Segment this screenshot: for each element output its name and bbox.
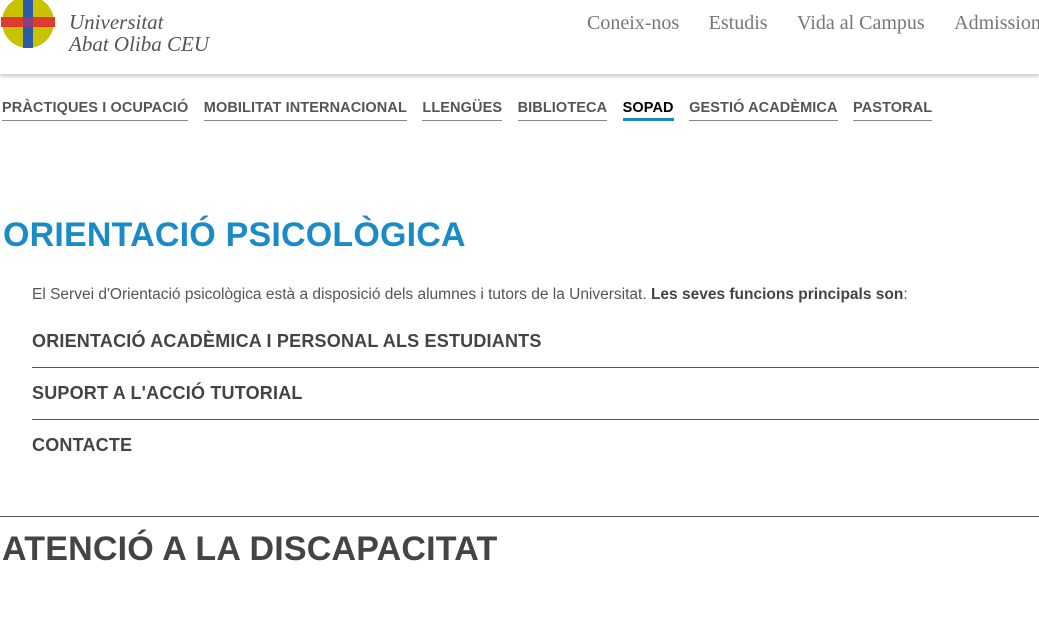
intro-paragraph: El Servei d'Orientació psicològica està … — [32, 286, 908, 304]
accordion-item-contacte[interactable]: CONTACTE — [32, 420, 1039, 471]
accordion-item-suport-accio-tutorial[interactable]: SUPORT A L'ACCIÓ TUTORIAL — [32, 368, 1039, 420]
subnav-gestio-academica[interactable]: GESTIÓ ACADÈMICA — [689, 100, 838, 121]
subnav-llengues[interactable]: LLENGÜES — [422, 100, 503, 121]
topnav-coneix-nos[interactable]: Coneix-nos — [587, 12, 679, 34]
brand-line-2: Abat Oliba CEU — [69, 32, 209, 56]
intro-bold-text: Les seves funcions principals son — [650, 286, 904, 303]
topnav-vida-al-campus[interactable]: Vida al Campus — [797, 12, 925, 34]
intro-text: El Servei d'Orientació psicològica està … — [32, 286, 651, 303]
subnav-practiques-ocupacio[interactable]: PRÀCTIQUES I OCUPACIÓ — [2, 100, 189, 121]
section-navigation: PRÀCTIQUES I OCUPACIÓ MOBILITAT INTERNAC… — [2, 99, 943, 121]
intro-end: : — [903, 286, 908, 303]
university-logo-icon[interactable] — [1, 0, 55, 48]
subnav-sopad[interactable]: SOPAD — [622, 100, 674, 121]
site-header: Universitat Abat Oliba CEU Coneix-nos Es… — [0, 0, 1039, 75]
topnav-estudis[interactable]: Estudis — [709, 12, 768, 34]
functions-accordion: ORIENTACIÓ ACADÈMICA I PERSONAL ALS ESTU… — [32, 316, 1039, 471]
subnav-pastoral[interactable]: PASTORAL — [853, 100, 933, 121]
subnav-mobilitat-internacional[interactable]: MOBILITAT INTERNACIONAL — [203, 100, 407, 121]
section-title-discapacitat: ATENCIÓ A LA DISCAPACITAT — [2, 530, 498, 568]
top-navigation: Coneix-nos Estudis Vida al Campus Admiss… — [587, 12, 1039, 35]
subnav-biblioteca[interactable]: BIBLIOTECA — [517, 100, 608, 121]
brand-name[interactable]: Universitat Abat Oliba CEU — [69, 11, 209, 55]
brand-line-1: Universitat — [69, 10, 164, 34]
topnav-admissions[interactable]: Admissions — [954, 12, 1039, 34]
page-title: ORIENTACIÓ PSICOLÒGICA — [3, 216, 466, 254]
section-divider — [0, 516, 1039, 517]
accordion-item-orientacio-academica[interactable]: ORIENTACIÓ ACADÈMICA I PERSONAL ALS ESTU… — [32, 316, 1039, 368]
